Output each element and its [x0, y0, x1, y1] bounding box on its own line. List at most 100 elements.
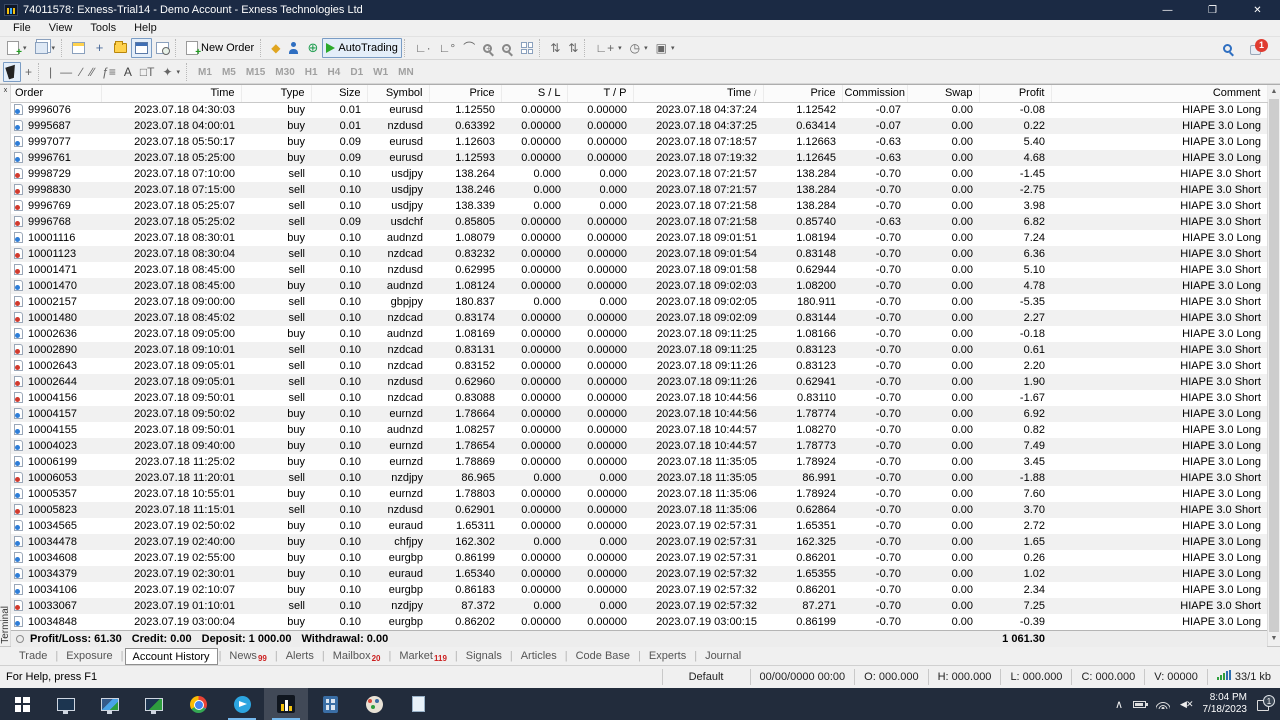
- timeframe-m1[interactable]: M1: [193, 65, 217, 80]
- column-header-price-9[interactable]: Price: [763, 85, 843, 103]
- taskbar-app-remote-app[interactable]: [132, 688, 176, 720]
- table-row[interactable]: 10034848 2023.07.19 03:00:04 buy 0.10 eurgbp…: [11, 614, 1267, 630]
- table-row[interactable]: 10006199 2023.07.18 11:25:02 buy 0.10 eurnzd…: [11, 454, 1267, 470]
- taskbar-app-metatrader4[interactable]: [264, 688, 308, 720]
- table-row[interactable]: 10004157 2023.07.18 09:50:02 buy 0.10 eurnzd…: [11, 406, 1267, 422]
- table-row[interactable]: 10034478 2023.07.19 02:40:00 buy 0.10 chfjpy…: [11, 534, 1267, 550]
- column-header-sl-6[interactable]: S / L: [501, 85, 568, 103]
- tab-exposure[interactable]: Exposure: [59, 648, 119, 665]
- column-header-tp-7[interactable]: T / P: [567, 85, 634, 103]
- column-header-order-0[interactable]: Order: [11, 85, 102, 103]
- column-header-type-2[interactable]: Type: [241, 85, 312, 103]
- new-order-button[interactable]: + New Order: [182, 38, 258, 58]
- sort-descending-button[interactable]: ⇅: [564, 38, 582, 58]
- scroll-up-icon[interactable]: ▲: [1268, 85, 1280, 99]
- table-row[interactable]: 9996076 2023.07.18 04:30:03 buy 0.01 eurusd 1…: [11, 102, 1267, 118]
- tab-articles[interactable]: Articles: [514, 648, 564, 665]
- taskbar-app-start[interactable]: [0, 688, 44, 720]
- table-row[interactable]: 10005823 2023.07.18 11:15:01 sell 0.10 nzdus…: [11, 502, 1267, 518]
- table-row[interactable]: 10002644 2023.07.18 09:05:01 sell 0.10 nzdus…: [11, 374, 1267, 390]
- navigator-button[interactable]: [110, 38, 131, 58]
- tray-chevron-up-icon[interactable]: ∧: [1115, 698, 1123, 711]
- terminal-button[interactable]: [131, 38, 153, 58]
- table-row[interactable]: 9998729 2023.07.18 07:10:00 sell 0.10 usdjpy…: [11, 166, 1267, 182]
- table-row[interactable]: 10033067 2023.07.19 01:10:01 sell 0.10 nzdjp…: [11, 598, 1267, 614]
- column-header-symbol-4[interactable]: Symbol: [367, 85, 430, 103]
- menu-help[interactable]: Help: [125, 21, 166, 35]
- table-row[interactable]: 9998830 2023.07.18 07:15:00 sell 0.10 usdjpy…: [11, 182, 1267, 198]
- table-row[interactable]: 10034106 2023.07.19 02:10:07 buy 0.10 eurgbp…: [11, 582, 1267, 598]
- timeframe-m15[interactable]: M15: [241, 65, 270, 80]
- profiles-button[interactable]: ▾: [31, 38, 60, 58]
- table-row[interactable]: 10002643 2023.07.18 09:05:01 sell 0.10 nzdca…: [11, 358, 1267, 374]
- statusbar-profile[interactable]: Default: [661, 669, 750, 685]
- zoom-in-button[interactable]: +: [479, 38, 498, 58]
- table-row[interactable]: 10002890 2023.07.18 09:10:01 sell 0.10 nzdca…: [11, 342, 1267, 358]
- cursor-button[interactable]: [3, 61, 21, 82]
- table-row[interactable]: 10001470 2023.07.18 08:45:00 buy 0.10 audnzd…: [11, 278, 1267, 294]
- mql5-button[interactable]: ⊕: [303, 38, 322, 58]
- table-row[interactable]: 10001480 2023.07.18 08:45:02 sell 0.10 nzdca…: [11, 310, 1267, 326]
- trendline-button[interactable]: ∕: [76, 62, 86, 82]
- channel-button[interactable]: ∕∕: [86, 62, 98, 82]
- indicators-button[interactable]: ∟·: [411, 38, 435, 58]
- add-indicator-button[interactable]: ∟+ ▾: [591, 38, 625, 58]
- periods-button[interactable]: ◷ ▾: [626, 38, 652, 58]
- templates-button[interactable]: ▣ ▾: [652, 38, 679, 58]
- crosshair-button[interactable]: +: [21, 62, 36, 82]
- taskbar-app-monitor-app[interactable]: [88, 688, 132, 720]
- timeframe-h4[interactable]: H4: [323, 65, 346, 80]
- table-row[interactable]: 10004156 2023.07.18 09:50:01 sell 0.10 nzdca…: [11, 390, 1267, 406]
- column-header-profit-12[interactable]: Profit: [979, 85, 1052, 103]
- zoom-out-button[interactable]: -: [498, 38, 517, 58]
- scroll-down-icon[interactable]: ▼: [1268, 632, 1280, 646]
- table-row[interactable]: 9997077 2023.07.18 05:50:17 buy 0.09 eurusd 1…: [11, 134, 1267, 150]
- close-button[interactable]: ✕: [1235, 0, 1280, 20]
- column-header-size-3[interactable]: Size: [311, 85, 368, 103]
- taskbar-app-calculator[interactable]: [308, 688, 352, 720]
- table-row[interactable]: 9996768 2023.07.18 05:25:02 sell 0.09 usdchf…: [11, 214, 1267, 230]
- menu-view[interactable]: View: [40, 21, 82, 35]
- battery-icon[interactable]: [1133, 700, 1149, 708]
- menu-tools[interactable]: Tools: [81, 21, 125, 35]
- tab-experts[interactable]: Experts: [642, 648, 693, 665]
- tab-code-base[interactable]: Code Base: [569, 648, 637, 665]
- timeframe-mn[interactable]: MN: [393, 65, 419, 80]
- taskbar-app-chrome[interactable]: [176, 688, 220, 720]
- column-header-comment-13[interactable]: Comment: [1051, 85, 1268, 103]
- fibonacci-button[interactable]: ƒ≡: [98, 62, 120, 82]
- sort-ascending-button[interactable]: ⇅: [546, 38, 564, 58]
- tile-windows-button[interactable]: [517, 38, 537, 58]
- column-header-time-1[interactable]: Time: [101, 85, 242, 103]
- vertical-scrollbar[interactable]: ▲ ▼: [1267, 85, 1280, 646]
- tab-journal[interactable]: Journal: [698, 648, 748, 665]
- strategy-tester-button[interactable]: [152, 38, 173, 58]
- timeframe-h1[interactable]: H1: [300, 65, 323, 80]
- column-header-price-5[interactable]: Price: [429, 85, 502, 103]
- timeframe-w1[interactable]: W1: [368, 65, 393, 80]
- tab-trade[interactable]: Trade: [12, 648, 54, 665]
- timeframe-d1[interactable]: D1: [345, 65, 368, 80]
- table-row[interactable]: 10002636 2023.07.18 09:05:00 buy 0.10 audnzd…: [11, 326, 1267, 342]
- tab-alerts[interactable]: Alerts: [279, 648, 321, 665]
- tab-account-history[interactable]: Account History: [124, 647, 218, 665]
- table-row[interactable]: 10004155 2023.07.18 09:50:01 buy 0.10 audnzd…: [11, 422, 1267, 438]
- table-row[interactable]: 10005357 2023.07.18 10:55:01 buy 0.10 eurnzd…: [11, 486, 1267, 502]
- table-row[interactable]: 10034565 2023.07.19 02:50:02 buy 0.10 euraud…: [11, 518, 1267, 534]
- autotrading-button[interactable]: AutoTrading: [322, 38, 402, 58]
- community-button[interactable]: [284, 38, 303, 58]
- search-button[interactable]: [1219, 38, 1238, 58]
- label-button[interactable]: □T: [136, 62, 159, 82]
- table-row[interactable]: 10004023 2023.07.18 09:40:00 buy 0.10 eurnzd…: [11, 438, 1267, 454]
- column-header-commission-10[interactable]: Commission: [842, 85, 908, 103]
- column-header-time-8[interactable]: Time /: [633, 85, 764, 103]
- wifi-icon[interactable]: [1156, 699, 1171, 709]
- tab-mailbox[interactable]: Mailbox20: [326, 648, 388, 665]
- objects-button[interactable]: ∟°: [435, 38, 460, 58]
- table-row[interactable]: 10034379 2023.07.19 02:30:01 buy 0.10 euraud…: [11, 566, 1267, 582]
- text-button[interactable]: A: [120, 62, 136, 82]
- table-row[interactable]: 10002157 2023.07.18 09:00:00 sell 0.10 gbpjp…: [11, 294, 1267, 310]
- tab-signals[interactable]: Signals: [459, 648, 509, 665]
- notifications-button[interactable]: 1: [1246, 38, 1270, 58]
- menu-file[interactable]: File: [4, 21, 40, 35]
